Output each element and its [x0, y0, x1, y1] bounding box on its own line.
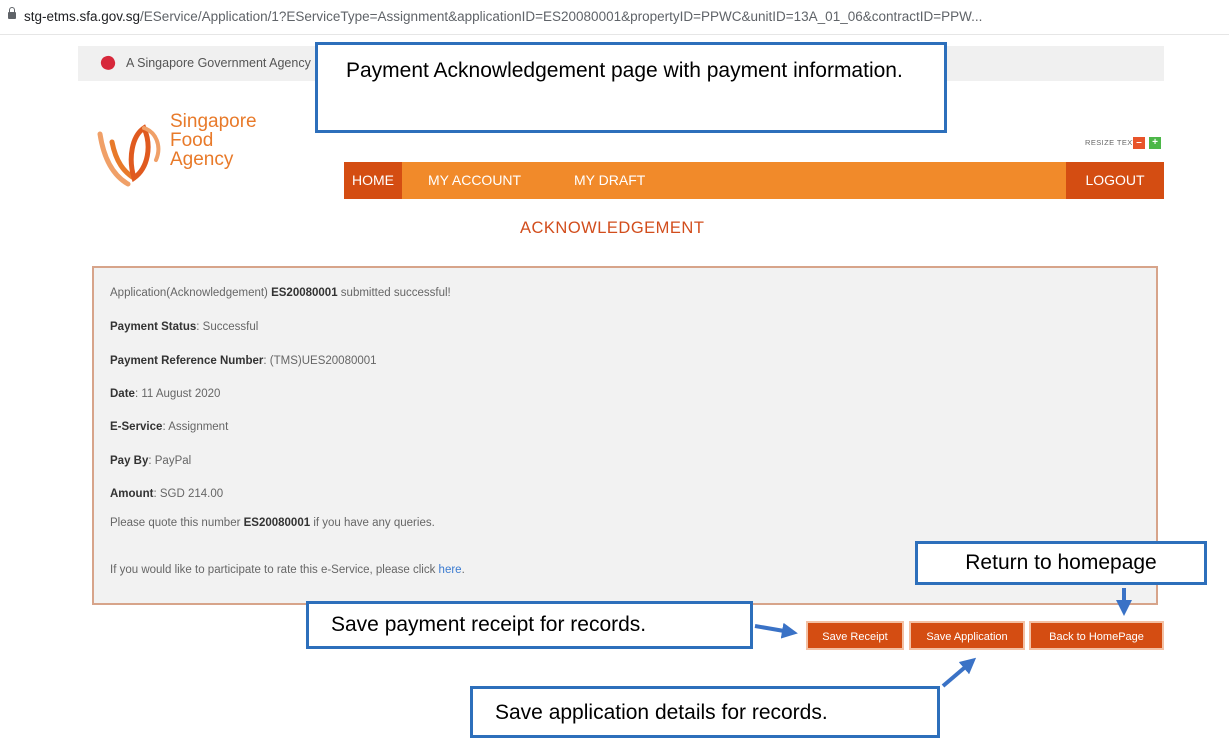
payment-status-value: : Successful [196, 321, 259, 333]
sfa-logo[interactable]: Singapore Food Agency [90, 112, 290, 212]
nav-home[interactable]: HOME [344, 162, 402, 199]
eservice-label: E-Service [110, 421, 163, 433]
increase-text-button[interactable]: + [1149, 137, 1161, 149]
main-nav: HOME MY ACCOUNT MY DRAFT LOGOUT [344, 162, 1164, 199]
callout-save-application: Save application details for records. [470, 686, 940, 738]
amount-value: : SGD 214.00 [153, 488, 224, 500]
amount-label: Amount [110, 488, 154, 500]
eservice-value: : Assignment [162, 421, 229, 433]
receipt-arrow [754, 622, 798, 639]
nav-my-draft[interactable]: MY DRAFT [574, 162, 645, 199]
intro-prefix: Application(Acknowledgement) [110, 287, 272, 299]
eservice-row: E-Service: Assignment [110, 421, 228, 433]
logout-button[interactable]: LOGOUT [1066, 162, 1164, 199]
date-label: Date [110, 388, 135, 400]
callout-acknowledgement: Payment Acknowledgement page with paymen… [315, 42, 947, 133]
browser-address-bar[interactable]: stg-etms.sfa.gov.sg/EService/Application… [0, 0, 1229, 35]
quote-prefix: Please quote this number [110, 517, 244, 529]
page-title: ACKNOWLEDGEMENT [520, 219, 705, 237]
url-host: stg-etms.sfa.gov.sg [24, 9, 141, 24]
url-text[interactable]: stg-etms.sfa.gov.sg/EService/Application… [24, 0, 982, 34]
date-row: Date: 11 August 2020 [110, 388, 220, 400]
intro-line: Application(Acknowledgement) ES20080001 … [110, 287, 451, 299]
nav-my-account[interactable]: MY ACCOUNT [428, 162, 521, 199]
quote-line: Please quote this number ES20080001 if y… [110, 517, 435, 529]
decrease-text-button[interactable]: – [1133, 137, 1145, 149]
quote-application-id: ES20080001 [243, 517, 311, 529]
logo-line-2: Food [170, 130, 214, 151]
intro-suffix: submitted successful! [337, 287, 451, 299]
payment-reference-value: : (TMS)UES20080001 [263, 355, 377, 367]
callout-return-homepage: Return to homepage [915, 541, 1207, 585]
government-banner-text: A Singapore Government Agency [126, 56, 311, 70]
pay-by-label: Pay By [110, 455, 149, 467]
application-arrow [941, 657, 977, 688]
lion-head-icon [99, 54, 117, 72]
back-to-homepage-button[interactable]: Back to HomePage [1029, 621, 1164, 650]
logo-line-1: Singapore [170, 111, 257, 132]
rating-link[interactable]: here [439, 564, 462, 576]
payment-status-label: Payment Status [110, 321, 197, 333]
url-path: /EService/Application/1?EServiceType=Ass… [140, 9, 983, 24]
date-value: : 11 August 2020 [134, 388, 221, 400]
save-application-button[interactable]: Save Application [909, 621, 1025, 650]
logo-text: Singapore Food Agency [170, 112, 257, 169]
application-id: ES20080001 [271, 287, 338, 299]
payment-reference-row: Payment Reference Number: (TMS)UES200800… [110, 355, 377, 367]
sfa-leaf-icon [97, 124, 161, 187]
payment-status-row: Payment Status: Successful [110, 321, 258, 333]
pay-by-value: : PayPal [148, 455, 192, 467]
save-receipt-button[interactable]: Save Receipt [806, 621, 904, 650]
payment-reference-label: Payment Reference Number [110, 355, 264, 367]
resize-text-label: RESIZE TEXT [1085, 138, 1138, 147]
quote-suffix: if you have any queries. [310, 517, 435, 529]
callout-save-receipt: Save payment receipt for records. [306, 601, 753, 649]
lock-icon [8, 7, 16, 19]
rating-suffix: . [461, 564, 465, 576]
logo-line-3: Agency [170, 149, 234, 170]
pay-by-row: Pay By: PayPal [110, 455, 191, 467]
rating-prefix: If you would like to participate to rate… [110, 564, 439, 576]
amount-row: Amount: SGD 214.00 [110, 488, 223, 500]
rating-line: If you would like to participate to rate… [110, 564, 465, 576]
